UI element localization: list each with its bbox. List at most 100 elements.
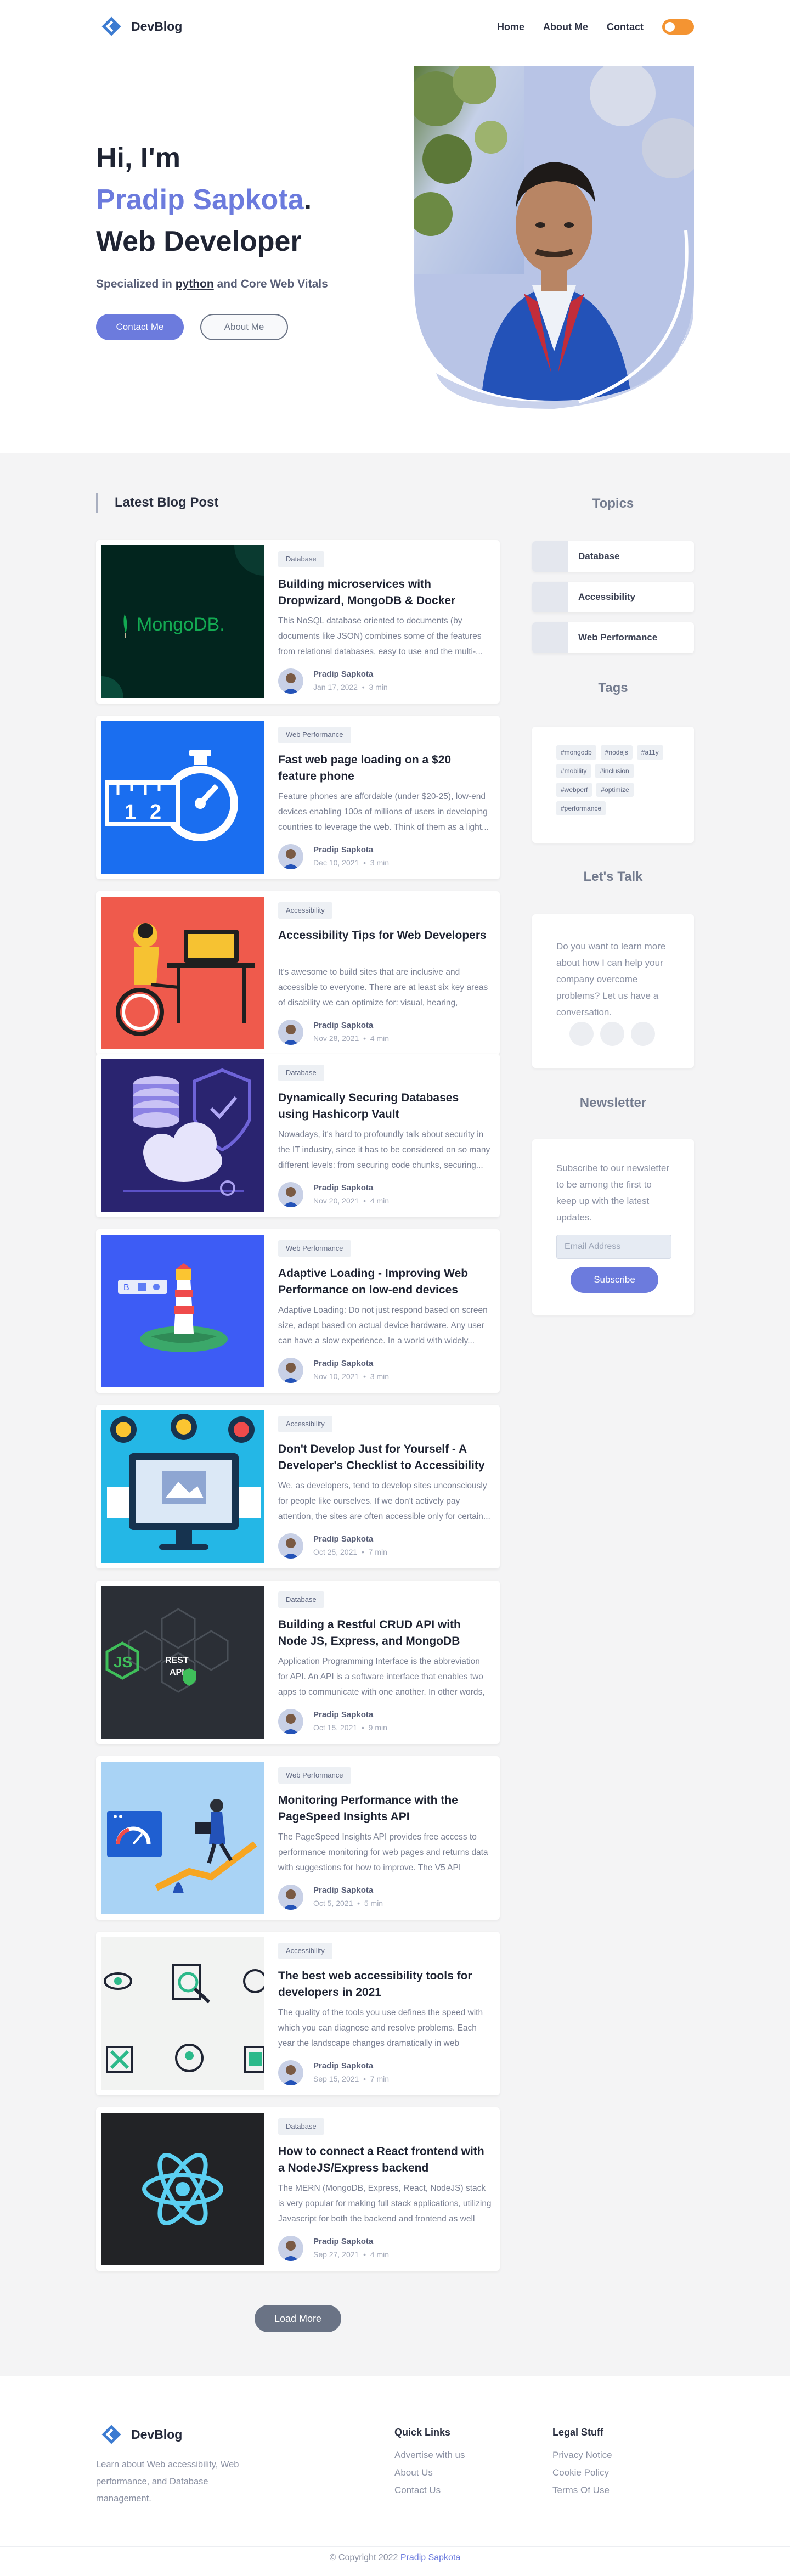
post-tag[interactable]: Database [278, 1591, 324, 1608]
post-title[interactable]: The best web accessibility tools for dev… [278, 1968, 492, 2001]
post-read-time: 3 min [369, 683, 388, 691]
footer-divider [0, 2546, 790, 2547]
footer-link-about-us[interactable]: About Us [394, 2467, 433, 2478]
social-icon[interactable] [600, 1022, 624, 1046]
post-tag[interactable]: Web Performance [278, 1767, 351, 1784]
blog-post-card[interactable]: Accessibility The best web accessibility… [96, 1932, 500, 2095]
post-tag[interactable]: Database [278, 551, 324, 567]
newsletter-heading: Newsletter [579, 1095, 647, 1110]
post-title[interactable]: Monitoring Performance with the PageSpee… [278, 1792, 492, 1825]
post-thumbnail-wheelchair[interactable] [101, 897, 264, 1049]
header-logo[interactable]: DevBlog [96, 15, 182, 37]
post-tag[interactable]: Accessibility [278, 1416, 332, 1432]
blog-post-card[interactable]: B Web Performance Adaptive Loading - Imp… [96, 1229, 500, 1393]
post-meta: Sep 27, 2021 • 4 min [313, 2250, 389, 2259]
post-meta: Sep 15, 2021 • 7 min [313, 2074, 389, 2083]
about-me-button[interactable]: About Me [200, 314, 288, 340]
tag-chip[interactable]: #optimize [596, 783, 634, 797]
topic-database[interactable]: Database [532, 541, 694, 572]
post-title[interactable]: Don't Develop Just for Yourself - A Deve… [278, 1441, 492, 1474]
contact-me-button[interactable]: Contact Me [96, 314, 184, 340]
author-avatar [278, 1020, 303, 1045]
post-thumbnail-pagespeed[interactable] [101, 1762, 264, 1914]
social-icon[interactable] [631, 1022, 655, 1046]
post-tag[interactable]: Accessibility [278, 902, 332, 919]
post-tag[interactable]: Database [278, 2118, 324, 2135]
nav-home[interactable]: Home [497, 21, 524, 33]
post-tag[interactable]: Web Performance [278, 727, 351, 743]
post-thumbnail-lighthouse[interactable]: B [101, 1235, 264, 1387]
footer-link-contact-us[interactable]: Contact Us [394, 2485, 441, 2496]
load-more-button[interactable]: Load More [255, 2305, 341, 2332]
footer-link-privacy[interactable]: Privacy Notice [552, 2450, 612, 2461]
post-author: Pradip Sapkota Jan 17, 2022 • 3 min [278, 666, 492, 695]
tag-chip[interactable]: #performance [556, 801, 606, 815]
topic-label: Accessibility [578, 592, 635, 602]
footer-link-cookie[interactable]: Cookie Policy [552, 2467, 609, 2478]
post-thumbnail-rest-api[interactable]: JS REST API [101, 1586, 264, 1739]
post-title[interactable]: Dynamically Securing Databases using Has… [278, 1090, 492, 1123]
post-title[interactable]: Building a Restful CRUD API with Node JS… [278, 1617, 492, 1650]
post-tag[interactable]: Accessibility [278, 1943, 332, 1959]
svg-text:MongoDB.: MongoDB. [137, 614, 225, 635]
hero-section: Hi, I'm Pradip Sapkota. Web Developer Sp… [0, 53, 790, 453]
nav-contact[interactable]: Contact [607, 21, 644, 33]
post-title[interactable]: Accessibility Tips for Web Developers [278, 927, 492, 944]
author-name: Pradip Sapkota [313, 2237, 374, 2246]
blog-post-card[interactable]: JS REST API Database Building a Restful … [96, 1581, 500, 1744]
footer-link-advertise[interactable]: Advertise with us [394, 2450, 465, 2461]
author-avatar [278, 1709, 303, 1734]
post-thumbnail-stopwatch[interactable]: 1 2 [101, 721, 264, 874]
legal-stuff-heading: Legal Stuff [552, 2427, 603, 2438]
post-thumbnail-monitor[interactable] [101, 1410, 264, 1563]
copyright-author-link[interactable]: Pradip Sapkota [400, 2553, 460, 2562]
post-meta: Nov 28, 2021 • 4 min [313, 1034, 389, 1043]
blog-post-card[interactable]: 1 2 Web Performance Fast web page loadin… [96, 716, 500, 879]
blog-post-card[interactable]: MongoDB. Database Building microservices… [96, 540, 500, 704]
hero-sub-prefix: Specialized in [96, 278, 176, 290]
post-date: Oct 15, 2021 [313, 1723, 358, 1732]
author-name: Pradip Sapkota [313, 1359, 374, 1368]
tag-chip[interactable]: #mongodb [556, 745, 596, 760]
theme-toggle[interactable] [662, 19, 694, 35]
post-tag[interactable]: Web Performance [278, 1240, 351, 1257]
post-excerpt: We, as developers, tend to develop sites… [278, 1481, 490, 1521]
post-date: Sep 27, 2021 [313, 2250, 359, 2259]
social-icon[interactable] [569, 1022, 594, 1046]
blog-post-card[interactable]: Database Dynamically Securing Databases … [96, 1054, 500, 1217]
post-thumbnail-database-cloud[interactable] [101, 1059, 264, 1212]
post-thumbnail-mongodb[interactable]: MongoDB. [101, 545, 264, 698]
nav-about-me[interactable]: About Me [543, 21, 588, 33]
tag-chip[interactable]: #nodejs [600, 745, 633, 760]
author-name: Pradip Sapkota [313, 1886, 374, 1895]
post-title[interactable]: Adaptive Loading - Improving Web Perform… [278, 1265, 492, 1298]
post-title[interactable]: Building microservices with Dropwizard, … [278, 576, 492, 609]
footer-link-terms[interactable]: Terms Of Use [552, 2485, 610, 2496]
post-title[interactable]: How to connect a React frontend with a N… [278, 2144, 492, 2176]
blog-post-card[interactable]: Web Performance Monitoring Performance w… [96, 1756, 500, 1920]
post-thumbnail-a11y-tools[interactable] [101, 1937, 264, 2090]
post-tag[interactable]: Database [278, 1065, 324, 1081]
post-date: Sep 15, 2021 [313, 2074, 359, 2083]
post-thumbnail-react[interactable] [101, 2113, 264, 2265]
post-title[interactable]: Fast web page loading on a $20 feature p… [278, 752, 492, 785]
blog-post-card[interactable]: Database How to connect a React frontend… [96, 2107, 500, 2271]
newsletter-email-input[interactable]: Email Address [556, 1235, 672, 1259]
post-date: Jan 17, 2022 [313, 683, 358, 691]
footer-logo[interactable]: DevBlog [96, 2423, 182, 2445]
tag-chip[interactable]: #a11y [636, 745, 663, 760]
blog-post-card[interactable]: Accessibility Accessibility Tips for Web… [96, 891, 500, 1055]
topic-web-performance[interactable]: Web Performance [532, 622, 694, 653]
lets-talk-text: Do you want to learn more about how I ca… [556, 941, 666, 1017]
subscribe-button[interactable]: Subscribe [571, 1267, 658, 1293]
author-avatar [278, 2236, 303, 2261]
logo-text: DevBlog [131, 19, 183, 33]
post-author: Pradip Sapkota Nov 28, 2021 • 4 min [278, 1017, 492, 1046]
python-link[interactable]: python [176, 278, 214, 290]
tag-chip[interactable]: #webperf [556, 783, 592, 797]
topic-accessibility[interactable]: Accessibility [532, 582, 694, 612]
tag-chip[interactable]: #mobility [556, 764, 591, 778]
tag-chip[interactable]: #inclusion [595, 764, 634, 778]
blog-post-card[interactable]: Accessibility Don't Develop Just for You… [96, 1405, 500, 1568]
hero-sub-suffix: and Core Web Vitals [213, 278, 328, 290]
